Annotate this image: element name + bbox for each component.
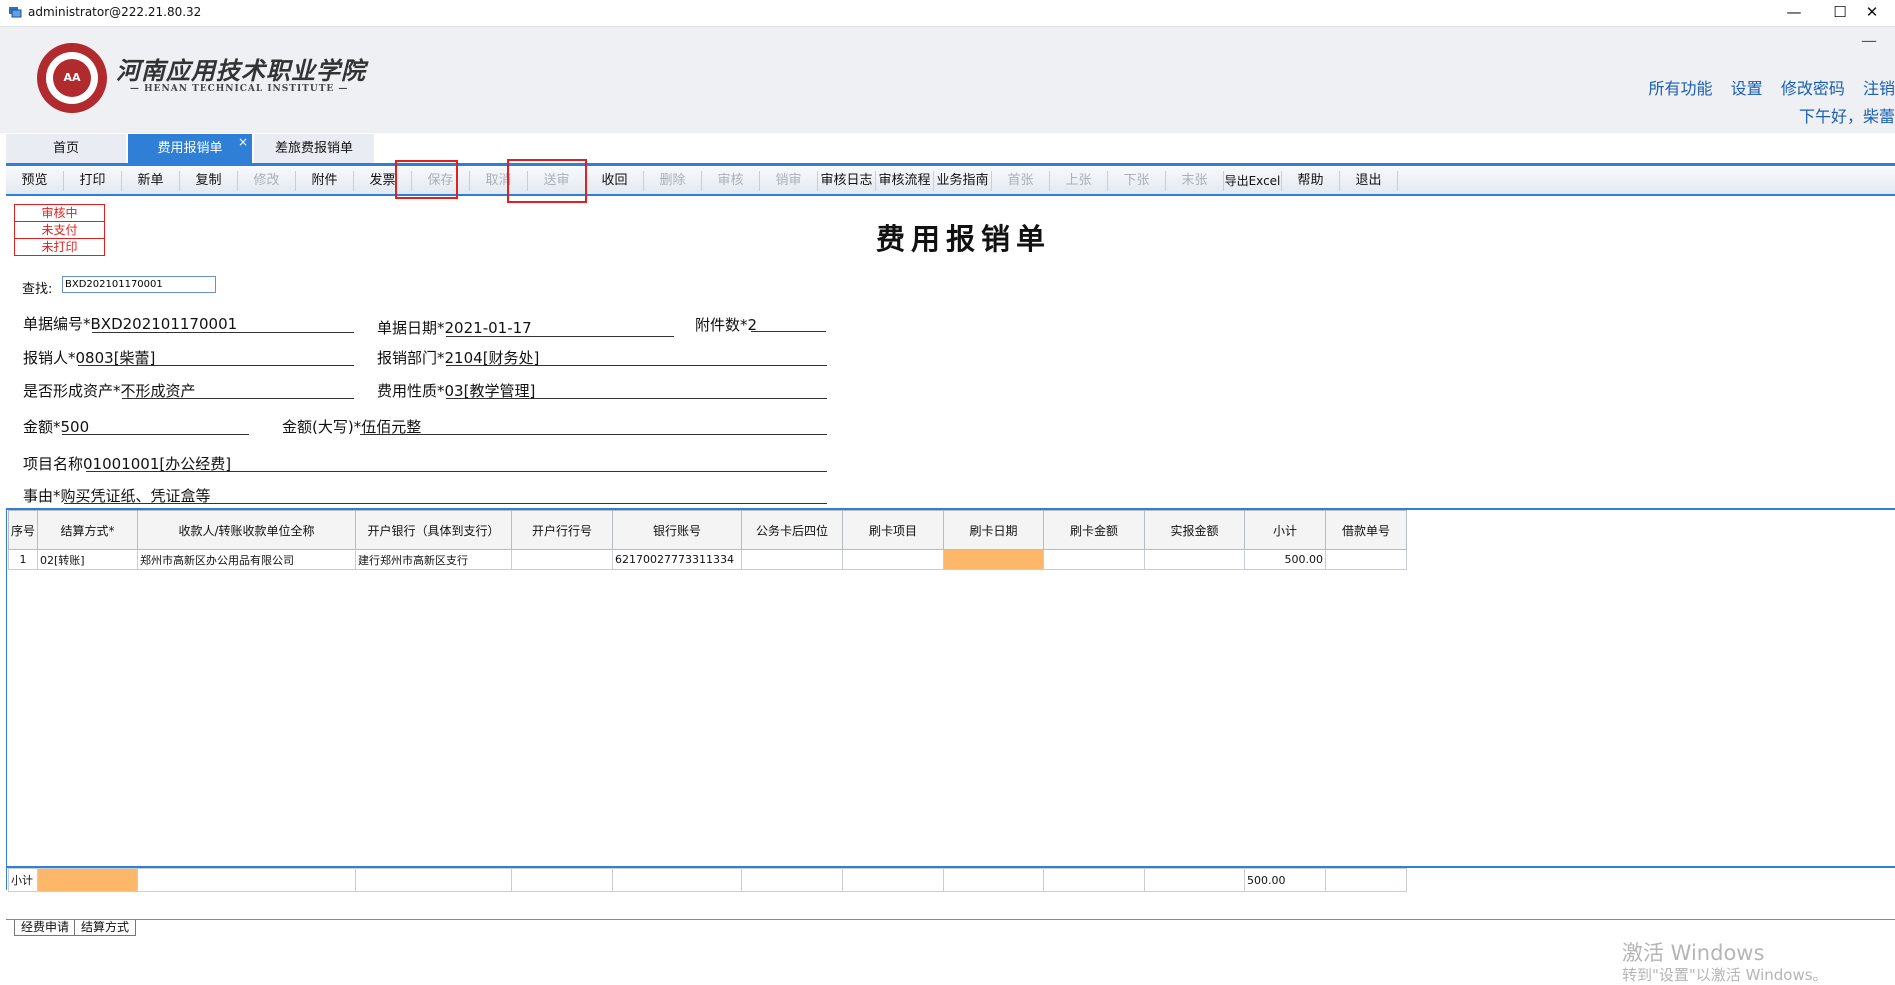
search-label: 查找: <box>22 282 53 297</box>
column-header[interactable]: 借款单号 <box>1325 510 1407 550</box>
column-header[interactable]: 公务卡后四位 <box>741 510 843 550</box>
doc-no-field: 单据编号*BXD202101170001 <box>23 315 238 333</box>
grid-cell[interactable] <box>842 549 944 570</box>
audit-log-button[interactable]: 审核日志 <box>818 171 876 191</box>
column-header[interactable]: 银行账号 <box>612 510 742 550</box>
grid-cell[interactable]: 建行郑州市高新区支行 <box>355 549 512 570</box>
unapprove-button[interactable]: 销审 <box>760 171 818 191</box>
last-record-button[interactable]: 末张 <box>1166 171 1224 191</box>
tab-travel-claim[interactable]: 差旅费报销单 <box>254 134 374 163</box>
sheet-tabs-line <box>6 919 1895 920</box>
column-header[interactable]: 小计 <box>1244 510 1326 550</box>
table-row[interactable]: 1 02[转账] 郑州市高新区办公用品有限公司 建行郑州市高新区支行 62170… <box>8 549 1407 570</box>
grid-cell[interactable] <box>1043 549 1145 570</box>
audit-flow-button[interactable]: 审核流程 <box>876 171 934 191</box>
window-title: administrator@222.21.80.32 <box>28 5 202 19</box>
subtotal-label: 小计 <box>8 868 38 892</box>
doc-date-field: 单据日期*2021-01-17 <box>377 319 532 337</box>
status-reviewing: 审核中 <box>15 205 104 222</box>
sheet-tab-settlement[interactable]: 结算方式 <box>74 920 137 936</box>
column-header[interactable]: 开户银行（具体到支行） <box>355 510 512 550</box>
logout-link[interactable]: 注销 <box>1863 79 1895 98</box>
grid-cell[interactable] <box>741 549 843 570</box>
app-header: AA 河南应用技术职业学院 — HENAN TECHNICAL INSTITUT… <box>0 27 1895 133</box>
collapse-header-button[interactable]: — <box>1861 31 1877 50</box>
activation-watermark: 激活 Windows <box>1622 941 1765 965</box>
grid-cell-selected[interactable] <box>943 549 1044 570</box>
grid-cell[interactable] <box>511 549 613 570</box>
grid-cell[interactable]: 02[转账] <box>37 549 138 570</box>
exit-button[interactable]: 退出 <box>1340 171 1398 191</box>
subtotal-cell <box>37 868 138 892</box>
header-links: 所有功能 设置 修改密码 注销 <box>1635 75 1895 99</box>
search-input[interactable] <box>62 276 216 293</box>
all-functions-link[interactable]: 所有功能 <box>1649 79 1713 98</box>
activation-watermark-hint: 转到"设置"以激活 Windows。 <box>1622 966 1828 984</box>
column-header[interactable]: 序号 <box>8 510 38 550</box>
settlement-grid: 序号 结算方式* 收款人/转账收款单位全称 开户银行（具体到支行） 开户行行号 … <box>8 510 1407 570</box>
copy-button[interactable]: 复制 <box>180 171 238 191</box>
column-header[interactable]: 结算方式* <box>37 510 138 550</box>
close-tab-icon[interactable]: × <box>238 128 248 157</box>
doc-no-value[interactable]: BXD202101170001 <box>91 315 238 333</box>
approve-button[interactable]: 审核 <box>702 171 760 191</box>
toolbar-top-border <box>6 163 1895 166</box>
doc-date-value[interactable]: 2021-01-17 <box>445 319 532 337</box>
first-record-button[interactable]: 首张 <box>992 171 1050 191</box>
grid-cell[interactable]: 62170027773311334 <box>612 549 742 570</box>
status-box: 审核中 未支付 未打印 <box>14 204 105 256</box>
attachments-field: 附件数*2 <box>695 316 758 334</box>
greeting-text: 下午好，柴蕾 <box>1798 107 1895 126</box>
subtotal-row: 小计 500.00 <box>8 868 1407 892</box>
previous-record-button[interactable]: 上张 <box>1050 171 1108 191</box>
column-header[interactable]: 刷卡项目 <box>842 510 944 550</box>
print-button[interactable]: 打印 <box>64 171 122 191</box>
remote-desktop-icon <box>9 7 22 18</box>
document-title: 费用报销单 <box>876 222 1052 256</box>
logo-english-name: — HENAN TECHNICAL INSTITUTE — <box>130 84 349 94</box>
attachment-button[interactable]: 附件 <box>296 171 354 191</box>
preview-button[interactable]: 预览 <box>6 171 64 191</box>
status-unpaid: 未支付 <box>15 222 104 239</box>
help-button[interactable]: 帮助 <box>1282 171 1340 191</box>
submit-highlight-box <box>507 159 587 203</box>
subtotal-value: 500.00 <box>1244 868 1326 892</box>
grid-cell[interactable] <box>1325 549 1407 570</box>
tab-expense-claim[interactable]: 费用报销单 × <box>128 134 252 163</box>
column-header[interactable]: 实报金额 <box>1144 510 1245 550</box>
grid-cell[interactable]: 1 <box>8 549 38 570</box>
recall-button[interactable]: 收回 <box>586 171 644 191</box>
column-header[interactable]: 收款人/转账收款单位全称 <box>137 510 356 550</box>
sheet-tab-funding[interactable]: 经费申请 <box>14 920 77 936</box>
column-header[interactable]: 开户行行号 <box>511 510 613 550</box>
save-highlight-box <box>395 160 458 199</box>
tab-home[interactable]: 首页 <box>6 134 126 163</box>
minimize-button[interactable]: — <box>1771 0 1817 26</box>
column-header[interactable]: 刷卡日期 <box>943 510 1044 550</box>
grid-cell[interactable]: 500.00 <box>1244 549 1326 570</box>
grid-header-row: 序号 结算方式* 收款人/转账收款单位全称 开户银行（具体到支行） 开户行行号 … <box>8 510 1407 550</box>
column-header[interactable]: 刷卡金额 <box>1043 510 1145 550</box>
grid-cell[interactable] <box>1144 549 1245 570</box>
window-titlebar: administrator@222.21.80.32 — ☐ ✕ <box>0 0 1895 27</box>
status-unprinted: 未打印 <box>41 240 78 254</box>
edit-button[interactable]: 修改 <box>238 171 296 191</box>
toolbar: 预览 打印 新单 复制 修改 附件 发票 保存 取消 送审 收回 删除 审核 销… <box>6 167 1895 196</box>
change-password-link[interactable]: 修改密码 <box>1781 79 1845 98</box>
school-logo-icon: AA <box>37 43 107 113</box>
settings-link[interactable]: 设置 <box>1731 79 1763 98</box>
business-guide-button[interactable]: 业务指南 <box>934 171 992 191</box>
logo-chinese-name: 河南应用技术职业学院 <box>116 56 366 85</box>
close-button[interactable]: ✕ <box>1849 0 1895 26</box>
grid-cell[interactable]: 郑州市高新区办公用品有限公司 <box>137 549 356 570</box>
export-excel-button[interactable]: 导出Excel <box>1224 171 1282 191</box>
next-record-button[interactable]: 下张 <box>1108 171 1166 191</box>
delete-button[interactable]: 删除 <box>644 171 702 191</box>
new-button[interactable]: 新单 <box>122 171 180 191</box>
